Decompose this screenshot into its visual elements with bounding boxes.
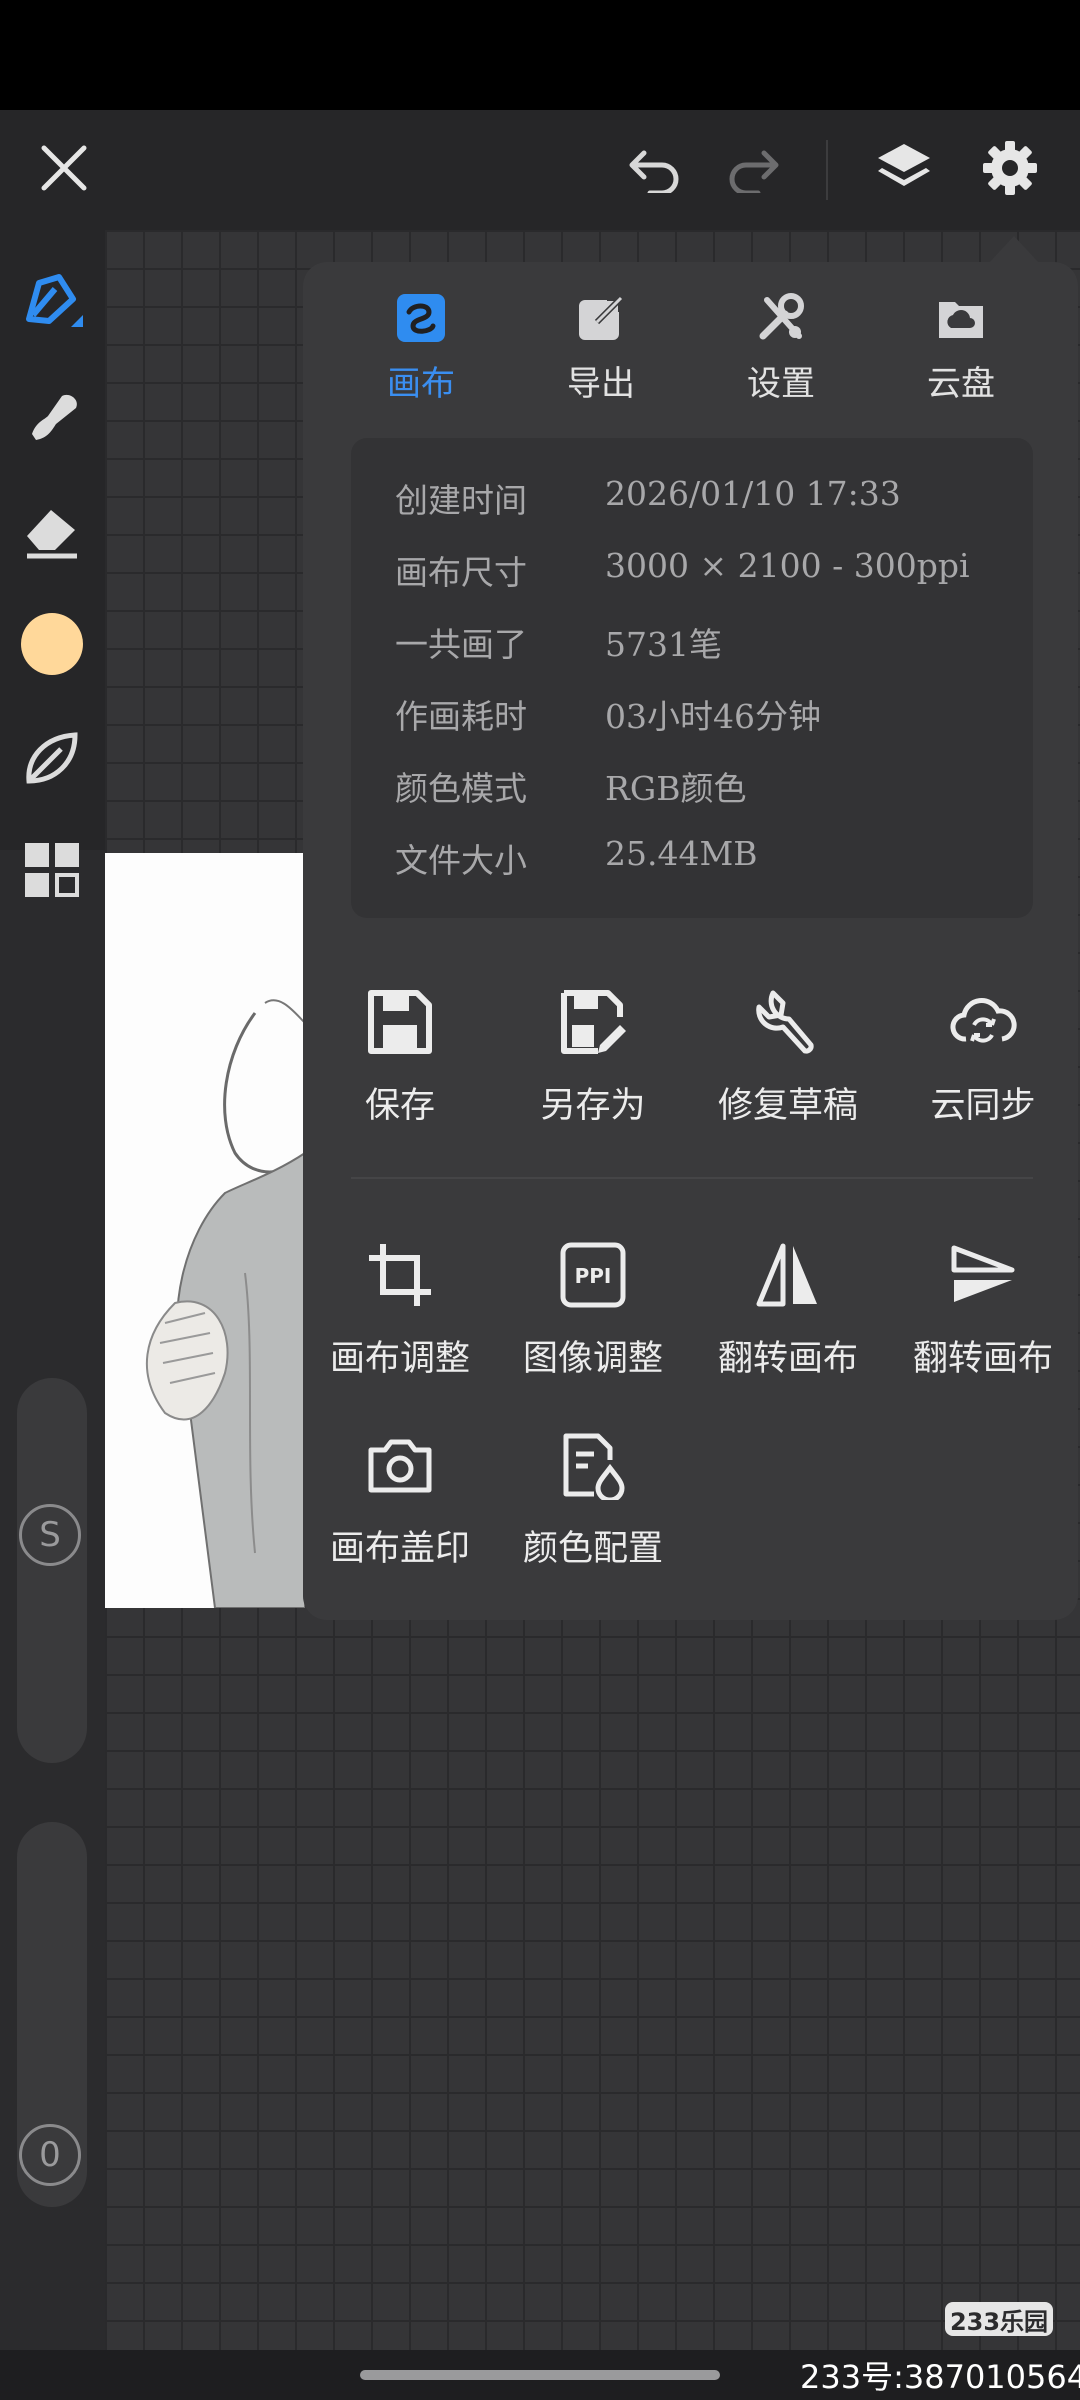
info-key: 画布尺寸	[395, 553, 527, 592]
ppi-icon: PPI	[560, 1242, 626, 1308]
layers-icon[interactable]	[868, 132, 940, 204]
gear-icon[interactable]	[974, 132, 1046, 204]
cloud-sync-button[interactable]: 云同步	[888, 987, 1078, 1128]
canvas-stamp-label: 画布盖印	[329, 1529, 470, 1569]
repair-draft-label: 修复草稿	[717, 1086, 858, 1126]
watermark-logo-text: 233乐园	[949, 2307, 1049, 2336]
canvas-adjust-button[interactable]: 画布调整	[305, 1240, 495, 1381]
left-toolbar	[0, 230, 105, 897]
canvas-settings-popup: 画布 导出 设置 云盘 创建时间 2026/01/10 17:33 画布尺寸 3…	[303, 262, 1078, 1620]
tab-settings[interactable]: 设置	[706, 292, 856, 405]
canvas-stamp-button[interactable]: 画布盖印	[305, 1430, 495, 1571]
canvas-info-card: 创建时间 2026/01/10 17:33 画布尺寸 3000 × 2100 -…	[351, 438, 1033, 918]
flip-horizontal-button[interactable]: 翻转画布	[693, 1240, 883, 1381]
actions-divider	[351, 1177, 1033, 1179]
info-value: 03小时46分钟	[605, 697, 821, 736]
brush-size-label: S	[39, 1515, 61, 1555]
home-indicator[interactable]	[360, 2370, 720, 2380]
tab-settings-label: 设置	[747, 364, 815, 404]
image-adjust-button[interactable]: PPI 图像调整	[498, 1240, 688, 1381]
color-picker-swatch[interactable]	[14, 606, 90, 682]
svg-text:PPI: PPI	[575, 1264, 612, 1288]
info-value: 2026/01/10 17:33	[605, 474, 901, 513]
watermark-logo: 233乐园	[945, 2302, 1053, 2336]
info-key: 创建时间	[395, 481, 527, 520]
tab-cloud-drive[interactable]: 云盘	[886, 292, 1036, 405]
brush-size-knob[interactable]: S	[19, 1504, 81, 1566]
info-value: 25.44MB	[605, 834, 758, 873]
top-toolbar	[0, 110, 1080, 230]
canvas-icon	[397, 294, 445, 342]
info-key: 文件大小	[395, 841, 527, 880]
close-icon[interactable]	[28, 132, 100, 204]
info-value: RGB颜色	[605, 769, 747, 808]
cloud-sync-icon	[950, 998, 1017, 1043]
tab-export-label: 导出	[567, 364, 635, 404]
artwork-sketch	[145, 999, 305, 1608]
save-icon	[368, 990, 432, 1054]
color-config-label: 颜色配置	[522, 1529, 663, 1569]
info-value: 5731笔	[605, 625, 722, 664]
flip-vertical-icon	[951, 1245, 1015, 1302]
brush-size-slider[interactable]	[17, 1378, 87, 1763]
popup-pointer	[988, 236, 1040, 264]
cloud-drive-icon	[939, 302, 983, 338]
tab-canvas[interactable]: 画布	[346, 292, 496, 405]
cloud-sync-label: 云同步	[930, 1086, 1036, 1126]
tab-canvas-label: 画布	[387, 364, 455, 404]
brush-library-icon[interactable]	[14, 720, 90, 796]
opacity-label: 0	[39, 2135, 61, 2175]
pen-tool-icon[interactable]	[14, 264, 90, 340]
settings-tools-icon	[759, 293, 804, 340]
smudge-tool-icon[interactable]	[14, 378, 90, 454]
save-label: 保存	[364, 1086, 435, 1126]
status-bar	[0, 0, 1080, 110]
color-config-icon	[563, 1433, 625, 1500]
canvas-adjust-label: 画布调整	[329, 1339, 470, 1379]
gallery-grid-icon[interactable]	[14, 832, 90, 908]
wrench-icon	[756, 990, 814, 1054]
artwork-canvas[interactable]	[105, 853, 305, 1608]
crop-icon	[369, 1244, 431, 1306]
camera-icon	[368, 1439, 432, 1493]
repair-draft-button[interactable]: 修复草稿	[693, 987, 883, 1128]
save-button[interactable]: 保存	[305, 987, 495, 1128]
color-config-button[interactable]: 颜色配置	[498, 1430, 688, 1571]
info-value: 3000 × 2100 - 300ppi	[605, 546, 970, 585]
redo-icon[interactable]	[716, 132, 788, 204]
flip-horizontal-label: 翻转画布	[717, 1339, 858, 1379]
save-as-icon	[561, 990, 626, 1054]
flip-horizontal-icon	[756, 1243, 817, 1307]
flip-vertical-button[interactable]: 翻转画布	[888, 1240, 1078, 1381]
watermark-id: 233号:387010564	[800, 2358, 1080, 2396]
undo-icon[interactable]	[620, 132, 692, 204]
image-adjust-label: 图像调整	[522, 1339, 663, 1379]
flip-vertical-label: 翻转画布	[912, 1339, 1053, 1379]
tab-cloud-drive-label: 云盘	[927, 364, 995, 404]
opacity-knob[interactable]: 0	[19, 2124, 81, 2186]
save-as-button[interactable]: 另存为	[498, 987, 688, 1128]
toolbar-divider	[826, 140, 828, 200]
current-color-swatch	[21, 613, 83, 675]
eraser-icon[interactable]	[14, 492, 90, 568]
info-key: 一共画了	[395, 625, 527, 664]
info-key: 颜色模式	[395, 769, 527, 808]
save-as-label: 另存为	[540, 1086, 646, 1126]
export-icon	[579, 295, 624, 340]
tab-export[interactable]: 导出	[526, 292, 676, 405]
info-key: 作画耗时	[395, 697, 527, 736]
